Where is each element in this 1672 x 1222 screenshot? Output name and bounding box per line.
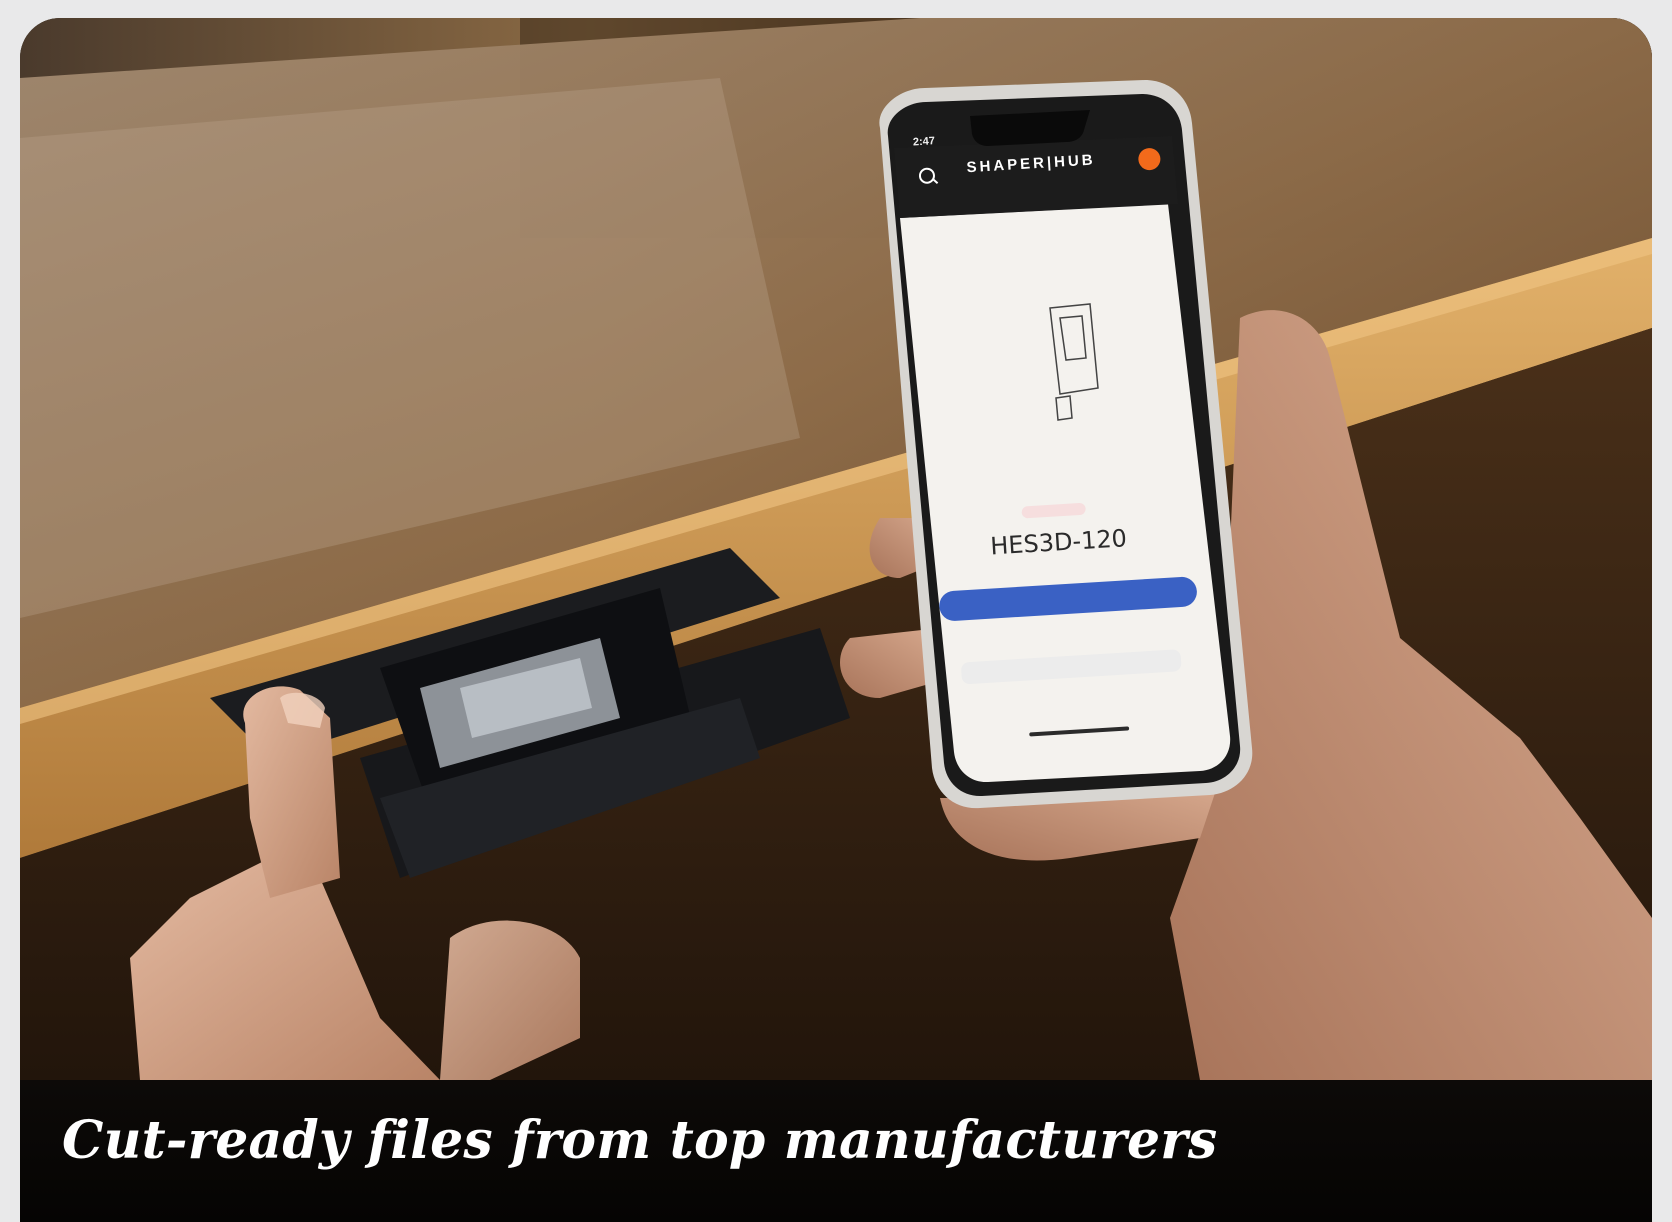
product-badge xyxy=(1021,502,1086,519)
phone-screen: 2:47 SHAPER|HUB HES3D-120 xyxy=(888,110,1218,786)
caption-text: Cut-ready files from top manufacturers xyxy=(62,1110,1218,1171)
phone-action-button xyxy=(938,576,1198,622)
search-icon xyxy=(918,167,936,185)
avatar xyxy=(1137,147,1162,171)
home-indicator xyxy=(1029,726,1130,737)
image-card xyxy=(20,18,1652,1222)
phone-status-time: 2:47 xyxy=(912,135,936,149)
phone-brand: SHAPER|HUB xyxy=(966,151,1097,177)
phone-url-bar xyxy=(960,649,1182,685)
product-code: HES3D-120 xyxy=(989,524,1128,561)
photo-scene xyxy=(20,18,1652,1080)
